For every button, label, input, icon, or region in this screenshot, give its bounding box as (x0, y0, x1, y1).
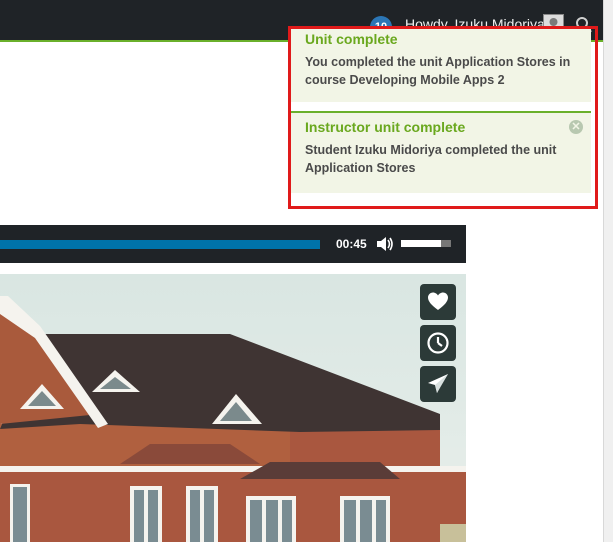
video-time-label: 00:45 (336, 237, 367, 251)
share-button[interactable] (420, 366, 456, 402)
video-progress-fill (0, 240, 320, 249)
page-scrollbar[interactable] (603, 0, 613, 542)
paper-plane-icon (428, 374, 448, 393)
video-progress-bar[interactable] (0, 240, 320, 249)
watch-later-button[interactable] (420, 325, 456, 361)
like-button[interactable] (420, 284, 456, 320)
volume-slider[interactable] (401, 240, 451, 247)
video-frame-house-image (0, 274, 466, 542)
page: 10 Howdy, Izuku Midoriya Unit complete Y… (0, 0, 613, 542)
heart-icon (428, 292, 448, 310)
clock-icon (427, 332, 449, 354)
volume-icon[interactable] (376, 235, 394, 253)
video-player-controls: 00:45 (0, 225, 466, 263)
house-illustration (0, 274, 466, 542)
notification-highlight-box (288, 26, 598, 209)
volume-slider-fill (401, 240, 441, 247)
